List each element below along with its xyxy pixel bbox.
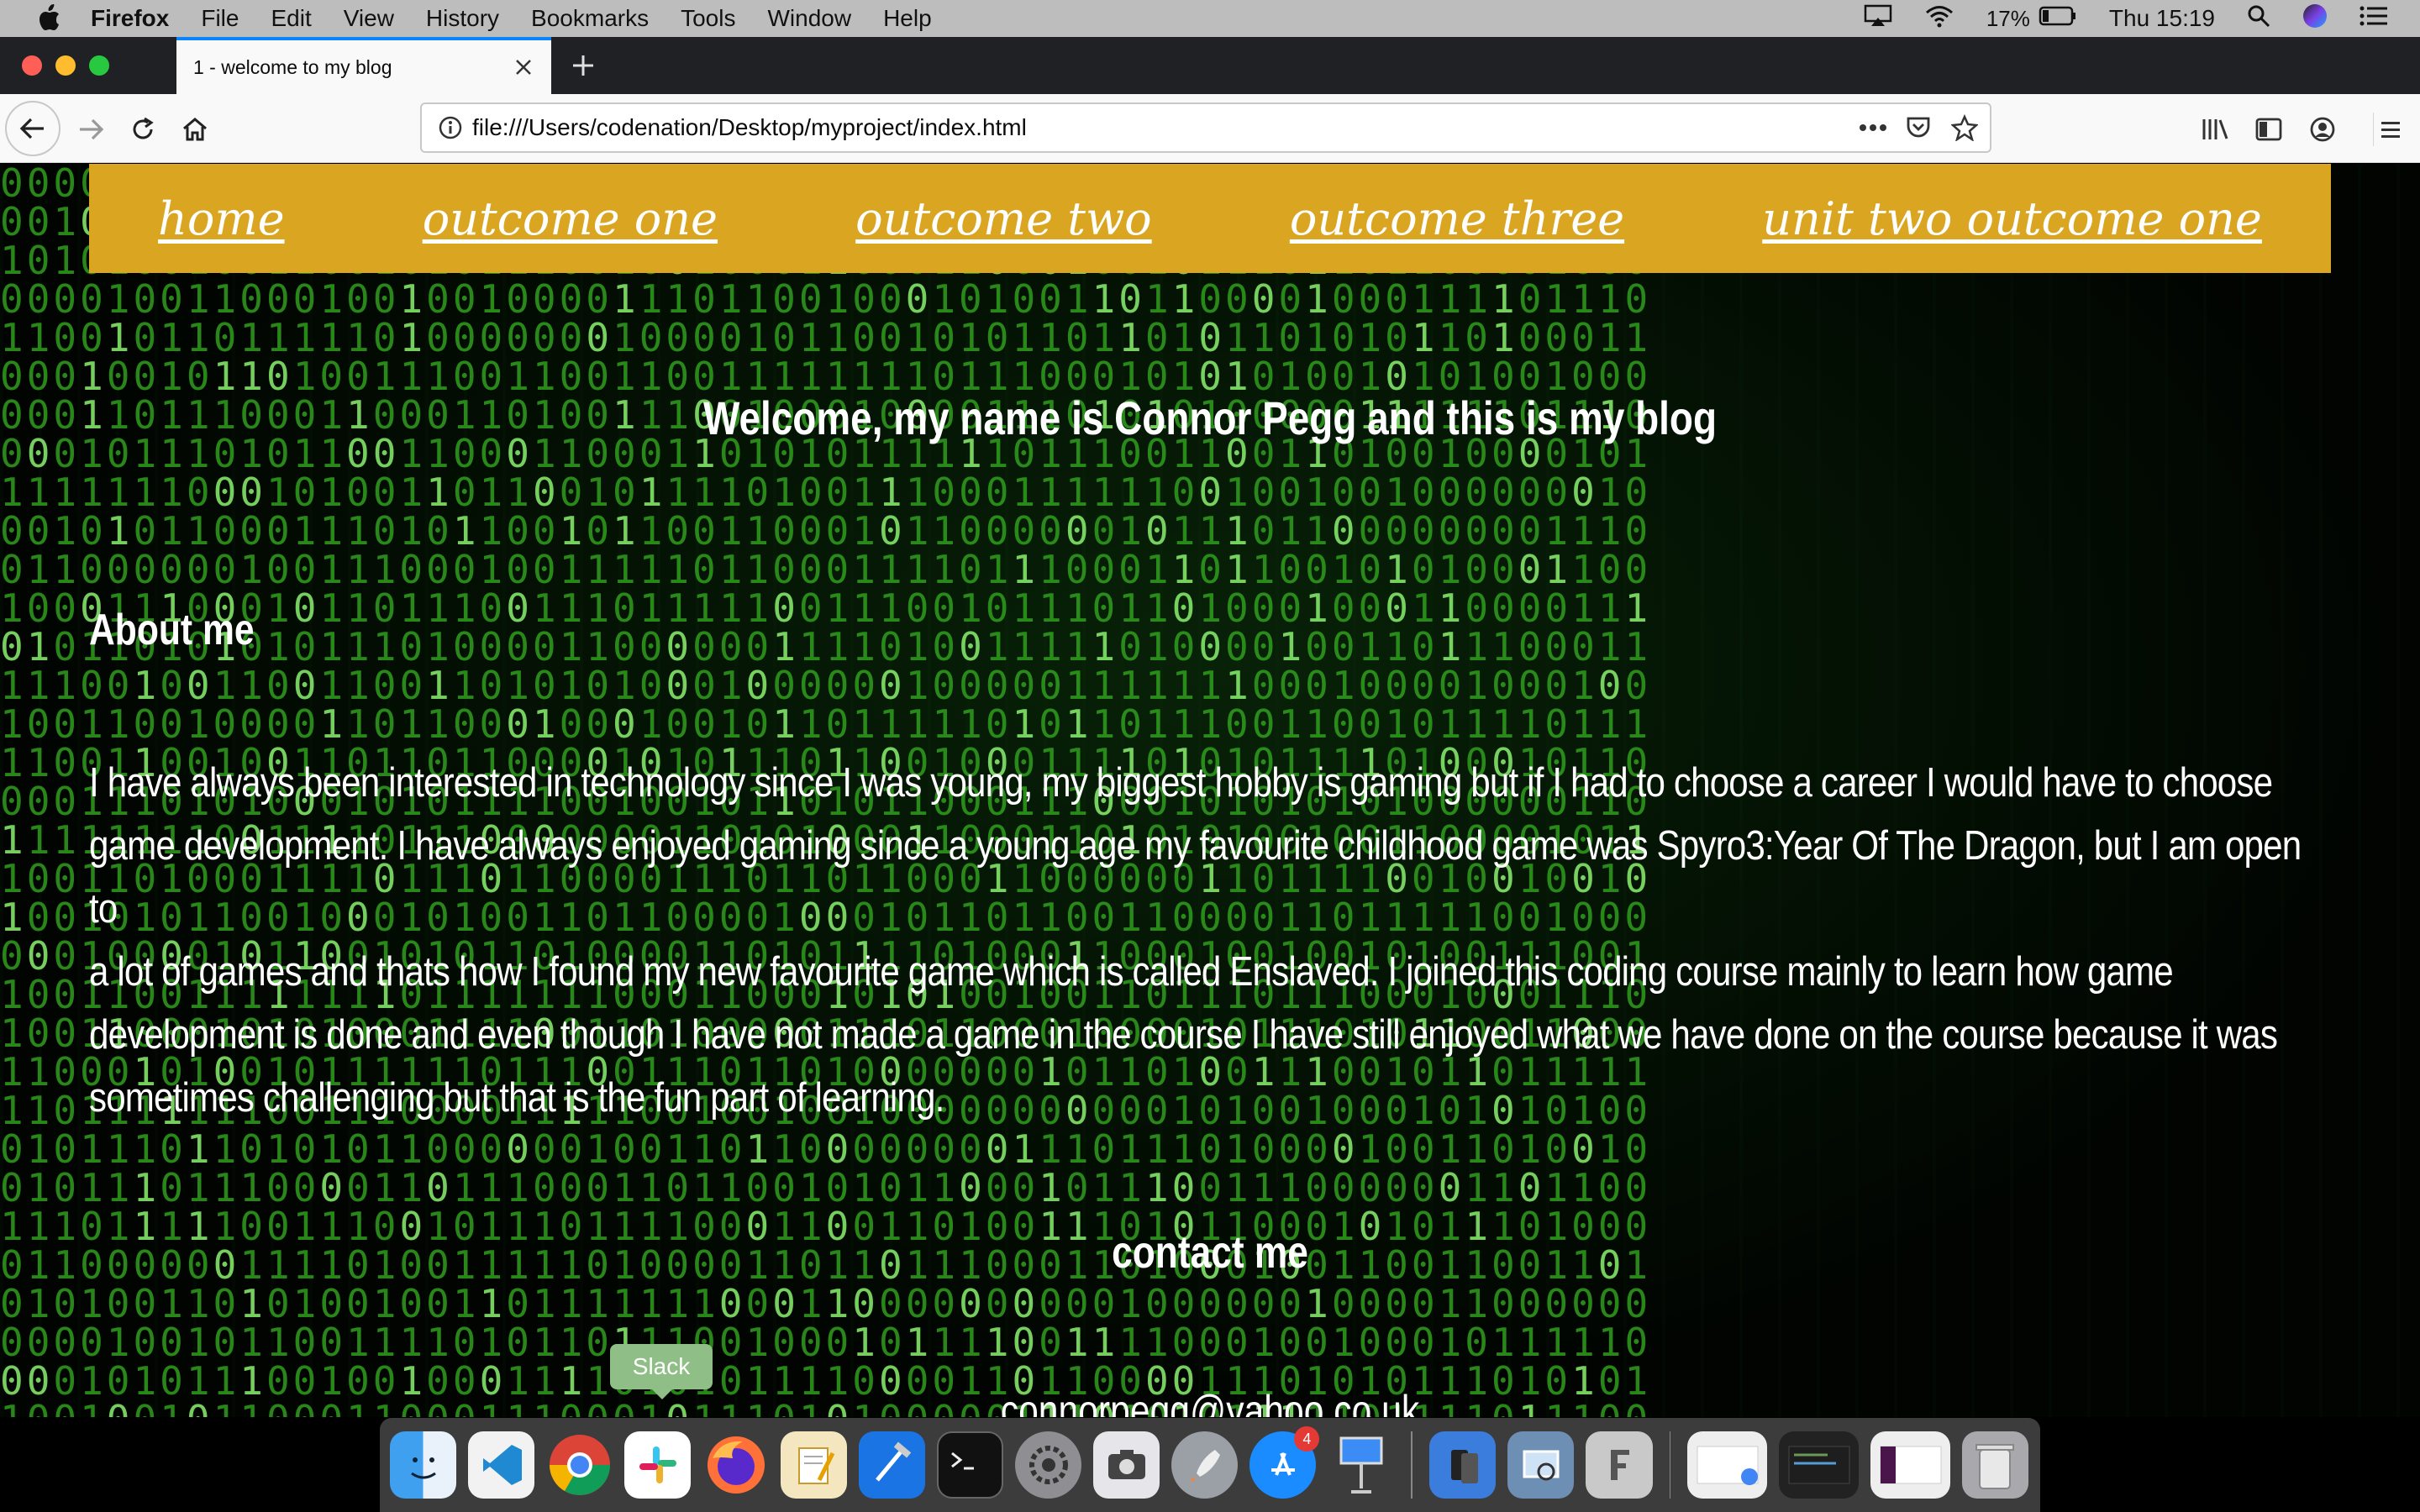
- menu-hamburger-icon[interactable]: [2373, 113, 2407, 146]
- trash-icon[interactable]: [1961, 1431, 2028, 1499]
- library-icon[interactable]: [2198, 113, 2232, 146]
- airplay-icon[interactable]: [1864, 4, 1892, 34]
- dock-separator: [1411, 1431, 1413, 1499]
- tab-strip: 1 - welcome to my blog: [0, 37, 2420, 94]
- nav-link-outcome-one[interactable]: outcome one: [423, 192, 718, 245]
- slack-icon[interactable]: [624, 1431, 692, 1499]
- menu-app-firefox[interactable]: Firefox: [91, 5, 169, 32]
- vscode-icon[interactable]: [468, 1431, 535, 1499]
- finder-icon[interactable]: [390, 1431, 457, 1499]
- bookmark-star-icon[interactable]: [1951, 114, 1978, 141]
- contact-email[interactable]: connorpegg@yahoo.co.uk: [291, 1386, 2129, 1417]
- about-me-heading: About me: [89, 606, 255, 654]
- menu-file[interactable]: File: [201, 5, 239, 32]
- apple-icon[interactable]: [32, 4, 66, 33]
- welcome-heading: Welcome, my name is Connor Pegg and this…: [702, 391, 1718, 444]
- about-line: a lot of games and thats how I found my …: [89, 949, 2174, 995]
- font-book-icon[interactable]: [1586, 1431, 1653, 1499]
- new-tab-icon[interactable]: [568, 50, 598, 81]
- menu-tools[interactable]: Tools: [681, 5, 735, 32]
- nav-link-home[interactable]: home: [158, 192, 284, 245]
- reload-icon[interactable]: [126, 113, 160, 146]
- menu-history[interactable]: History: [426, 5, 499, 32]
- xcode-icon[interactable]: [859, 1431, 926, 1499]
- about-line: I have always been interested in technol…: [89, 760, 2273, 806]
- minimize-window-button[interactable]: [55, 55, 76, 76]
- macos-dock: 4: [380, 1418, 2040, 1512]
- app-store-icon[interactable]: 4: [1249, 1426, 1320, 1499]
- nav-link-unit-two-outcome-one[interactable]: unit two outcome one: [1762, 192, 2262, 245]
- forward-icon[interactable]: [74, 113, 108, 146]
- wifi-icon[interactable]: [1924, 4, 1954, 34]
- site-navigation-bar: home outcome one outcome two outcome thr…: [89, 164, 2331, 273]
- sidebar-icon[interactable]: [2252, 113, 2286, 146]
- menu-help[interactable]: Help: [883, 5, 932, 32]
- spotlight-search-icon[interactable]: [2247, 4, 2270, 34]
- back-button[interactable]: [5, 101, 60, 156]
- navigation-toolbar: file:///Users/codenation/Desktop/myproje…: [0, 94, 2420, 163]
- minimized-window-chrome-icon[interactable]: [1687, 1431, 1768, 1499]
- preview-icon[interactable]: [1507, 1431, 1575, 1499]
- nav-link-outcome-two[interactable]: outcome two: [855, 192, 1152, 245]
- zoom-window-button[interactable]: [89, 55, 109, 76]
- battery-icon[interactable]: [2039, 5, 2077, 32]
- keynote-icon[interactable]: [1328, 1431, 1394, 1499]
- url-bar[interactable]: file:///Users/codenation/Desktop/myproje…: [420, 102, 1991, 153]
- close-window-button[interactable]: [22, 55, 42, 76]
- clock[interactable]: Thu 15:19: [2109, 5, 2215, 32]
- account-icon[interactable]: [2306, 113, 2339, 146]
- terminal-icon[interactable]: [937, 1431, 1004, 1499]
- about-line: sometimes challenging but that is the fu…: [89, 1075, 944, 1121]
- about-line: development is done and even though I ha…: [89, 1012, 2278, 1058]
- nav-link-outcome-three[interactable]: outcome three: [1290, 192, 1624, 245]
- menu-view[interactable]: View: [344, 5, 394, 32]
- status-area: 17% Thu 15:19: [1864, 0, 2420, 37]
- about-line: game development. I have always enjoyed …: [89, 823, 2302, 932]
- siri-icon[interactable]: [2302, 3, 2328, 34]
- menu-bookmarks[interactable]: Bookmarks: [531, 5, 649, 32]
- page-actions-icon[interactable]: [1859, 123, 1887, 132]
- dock-tooltip: Slack: [610, 1344, 713, 1399]
- minimized-window-vscode-icon[interactable]: [1779, 1431, 1860, 1499]
- simulator-icon[interactable]: [1429, 1431, 1497, 1499]
- minimized-window-slack-icon[interactable]: [1870, 1431, 1950, 1499]
- menu-window[interactable]: Window: [767, 5, 851, 32]
- dock-separator: [1669, 1431, 1671, 1499]
- about-me-paragraph: I have always been interested in technol…: [89, 752, 2329, 1130]
- pages-icon[interactable]: [781, 1431, 848, 1499]
- tab-title: 1 - welcome to my blog: [193, 55, 392, 78]
- launchpad-icon[interactable]: [1171, 1431, 1239, 1499]
- url-text[interactable]: file:///Users/codenation/Desktop/myproje…: [472, 114, 1859, 141]
- tab-close-icon[interactable]: [511, 55, 536, 80]
- firefox-icon[interactable]: [702, 1431, 769, 1499]
- pocket-icon[interactable]: [1906, 116, 1931, 139]
- menu-edit[interactable]: Edit: [271, 5, 311, 32]
- contact-heading: contact me: [1112, 1227, 1308, 1278]
- home-icon[interactable]: [178, 113, 212, 146]
- screenshot-icon[interactable]: [1093, 1431, 1160, 1499]
- web-page: 0000101011010101001000001100011000010111…: [0, 164, 2420, 1417]
- system-preferences-icon[interactable]: [1015, 1431, 1082, 1499]
- macos-menu-bar: Firefox File Edit View History Bookmarks…: [0, 0, 2420, 37]
- site-info-icon[interactable]: [439, 116, 462, 139]
- app-store-badge: 4: [1294, 1426, 1320, 1452]
- tab-active[interactable]: 1 - welcome to my blog: [176, 37, 551, 94]
- chrome-icon[interactable]: [546, 1431, 613, 1499]
- notification-center-icon[interactable]: [2360, 5, 2388, 33]
- battery-percent: 17%: [1986, 5, 2030, 31]
